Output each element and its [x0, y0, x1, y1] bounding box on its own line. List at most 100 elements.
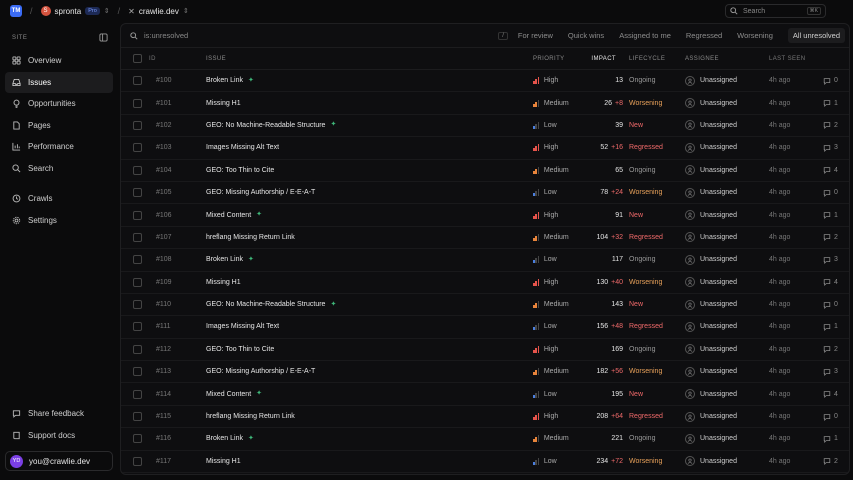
- table-row[interactable]: #102 GEO: No Machine-Readable Structure ✦ L…: [121, 115, 849, 138]
- comments-count[interactable]: 4: [823, 166, 838, 175]
- row-checkbox[interactable]: [133, 98, 142, 108]
- row-checkbox[interactable]: [133, 255, 142, 265]
- row-checkbox[interactable]: [133, 389, 142, 399]
- assignee-cell[interactable]: Unassigned: [685, 277, 737, 288]
- assignee-cell[interactable]: Unassigned: [685, 299, 737, 310]
- table-row[interactable]: #110 GEO: No Machine-Readable Structure ✦ M…: [121, 294, 849, 317]
- column-lifecycle[interactable]: LIFECYCLE: [629, 56, 665, 62]
- comments-count[interactable]: 0: [823, 189, 838, 197]
- table-row[interactable]: #117 Missing H1 Low 234 +72 Worsening Unassign…: [121, 451, 849, 474]
- table-row[interactable]: #105 GEO: Missing Authorship / E-E-A-T Low…: [121, 182, 849, 205]
- assignee-cell[interactable]: Unassigned: [685, 366, 737, 377]
- assignee-cell[interactable]: Unassigned: [685, 389, 737, 400]
- comments-count[interactable]: 0: [823, 413, 838, 421]
- priority-cell[interactable]: Medium: [533, 301, 569, 309]
- sidebar-item-opportunities[interactable]: Opportunities: [5, 93, 113, 115]
- comments-count[interactable]: 1: [823, 211, 838, 219]
- comments-count[interactable]: 3: [823, 368, 838, 376]
- filter-tab-for-review[interactable]: For review: [518, 31, 553, 40]
- column-assignee[interactable]: ASSIGNEE: [685, 56, 719, 62]
- issue-title-cell[interactable]: Mixed Content ✦: [206, 390, 264, 398]
- row-checkbox[interactable]: [133, 277, 142, 287]
- row-checkbox[interactable]: [133, 344, 142, 354]
- priority-cell[interactable]: Low: [533, 457, 557, 465]
- table-row[interactable]: #108 Broken Link ✦ Low 117 Ongoing Unassigned 4…: [121, 249, 849, 272]
- issue-title-cell[interactable]: Images Missing Alt Text: [206, 144, 279, 151]
- assignee-cell[interactable]: Unassigned: [685, 456, 737, 467]
- site-switcher[interactable]: ✕ crawlie.dev ⇕: [128, 7, 189, 16]
- table-row[interactable]: #113 GEO: Missing Authorship / E-E-A-T Med…: [121, 361, 849, 384]
- issue-title-cell[interactable]: Missing H1: [206, 279, 241, 286]
- comments-count[interactable]: 1: [823, 323, 838, 331]
- row-checkbox[interactable]: [133, 367, 142, 377]
- priority-cell[interactable]: Medium: [533, 368, 569, 376]
- table-row[interactable]: #114 Mixed Content ✦ Low 195 New Unassigned 4h …: [121, 383, 849, 406]
- issue-title-cell[interactable]: Missing H1: [206, 100, 241, 107]
- sidebar-item-search[interactable]: Search: [5, 158, 113, 180]
- assignee-cell[interactable]: Unassigned: [685, 254, 737, 265]
- assignee-cell[interactable]: Unassigned: [685, 75, 737, 86]
- filter-tab-regressed[interactable]: Regressed: [686, 31, 722, 40]
- priority-cell[interactable]: Low: [533, 189, 557, 197]
- assignee-cell[interactable]: Unassigned: [685, 142, 737, 153]
- table-row[interactable]: #111 Images Missing Alt Text Low 156 +48 Regr…: [121, 316, 849, 339]
- table-row[interactable]: #106 Mixed Content ✦ High 91 New Unassigned 4h …: [121, 204, 849, 227]
- table-row[interactable]: #116 Broken Link ✦ Medium 221 Ongoing Unassign…: [121, 428, 849, 451]
- assignee-cell[interactable]: Unassigned: [685, 232, 737, 243]
- row-checkbox[interactable]: [133, 76, 142, 86]
- priority-cell[interactable]: High: [533, 413, 558, 421]
- select-all-checkbox[interactable]: [133, 54, 142, 63]
- issue-title-cell[interactable]: GEO: Too Thin to Cite: [206, 346, 274, 353]
- sidebar-item-support-docs[interactable]: Support docs: [5, 425, 113, 447]
- priority-cell[interactable]: Medium: [533, 99, 569, 107]
- issue-title-cell[interactable]: hreflang Missing Return Link: [206, 234, 295, 241]
- issue-title-cell[interactable]: Images Missing Alt Text: [206, 323, 279, 330]
- sidebar-item-crawls[interactable]: Crawls: [5, 188, 113, 210]
- row-checkbox[interactable]: [133, 322, 142, 332]
- assignee-cell[interactable]: Unassigned: [685, 120, 737, 131]
- row-checkbox[interactable]: [133, 456, 142, 466]
- table-row[interactable]: #101 Missing H1 Medium 26 +8 Worsening Unassig…: [121, 92, 849, 115]
- filter-query-input[interactable]: is:unresolved: [144, 31, 188, 40]
- priority-cell[interactable]: Low: [533, 256, 557, 264]
- assignee-cell[interactable]: Unassigned: [685, 210, 737, 221]
- column-priority[interactable]: PRIORITY: [533, 56, 565, 62]
- app-logo[interactable]: TM: [10, 5, 22, 17]
- row-checkbox[interactable]: [133, 232, 142, 242]
- sidebar-item-share-feedback[interactable]: Share feedback: [5, 403, 113, 425]
- row-checkbox[interactable]: [133, 210, 142, 220]
- table-row[interactable]: #104 GEO: Too Thin to Cite Medium 65 Ongoing…: [121, 160, 849, 182]
- table-row[interactable]: #109 Missing H1 High 130 +40 Worsening Unassig…: [121, 272, 849, 294]
- assignee-cell[interactable]: Unassigned: [685, 98, 737, 109]
- assignee-cell[interactable]: Unassigned: [685, 187, 737, 198]
- assignee-cell[interactable]: Unassigned: [685, 321, 737, 332]
- priority-cell[interactable]: High: [533, 144, 558, 152]
- org-switcher[interactable]: S spronta Pro ⇕: [40, 6, 110, 16]
- priority-cell[interactable]: Medium: [533, 233, 569, 241]
- issue-title-cell[interactable]: Broken Link ✦: [206, 256, 256, 264]
- comments-count[interactable]: 1: [823, 435, 838, 443]
- issue-title-cell[interactable]: Broken Link ✦: [206, 77, 256, 85]
- row-checkbox[interactable]: [133, 434, 142, 444]
- comments-count[interactable]: 0: [823, 77, 838, 85]
- filter-tab-all-unresolved[interactable]: All unresolved: [787, 28, 845, 43]
- issue-title-cell[interactable]: GEO: No Machine-Readable Structure ✦: [206, 301, 338, 309]
- comments-count[interactable]: 2: [823, 345, 838, 354]
- global-search[interactable]: Search ⌘K: [725, 4, 826, 18]
- column-id[interactable]: ID: [149, 56, 156, 62]
- filter-tab-assigned-to-me[interactable]: Assigned to me: [619, 31, 671, 40]
- priority-cell[interactable]: Medium: [533, 435, 569, 443]
- issue-title-cell[interactable]: GEO: No Machine-Readable Structure ✦: [206, 121, 338, 129]
- priority-cell[interactable]: High: [533, 77, 558, 85]
- issue-title-cell[interactable]: GEO: Too Thin to Cite: [206, 167, 274, 174]
- comments-count[interactable]: 2: [823, 121, 838, 130]
- row-checkbox[interactable]: [133, 412, 142, 422]
- priority-cell[interactable]: Low: [533, 121, 557, 129]
- sidebar-item-settings[interactable]: Settings: [5, 210, 113, 232]
- issue-title-cell[interactable]: Mixed Content ✦: [206, 211, 264, 219]
- assignee-cell[interactable]: Unassigned: [685, 344, 737, 355]
- row-checkbox[interactable]: [133, 188, 142, 198]
- table-row[interactable]: #112 GEO: Too Thin to Cite High 169 Ongoing U…: [121, 339, 849, 362]
- table-row[interactable]: #115 hreflang Missing Return Link High 208 +…: [121, 406, 849, 429]
- issue-title-cell[interactable]: hreflang Missing Return Link: [206, 413, 295, 420]
